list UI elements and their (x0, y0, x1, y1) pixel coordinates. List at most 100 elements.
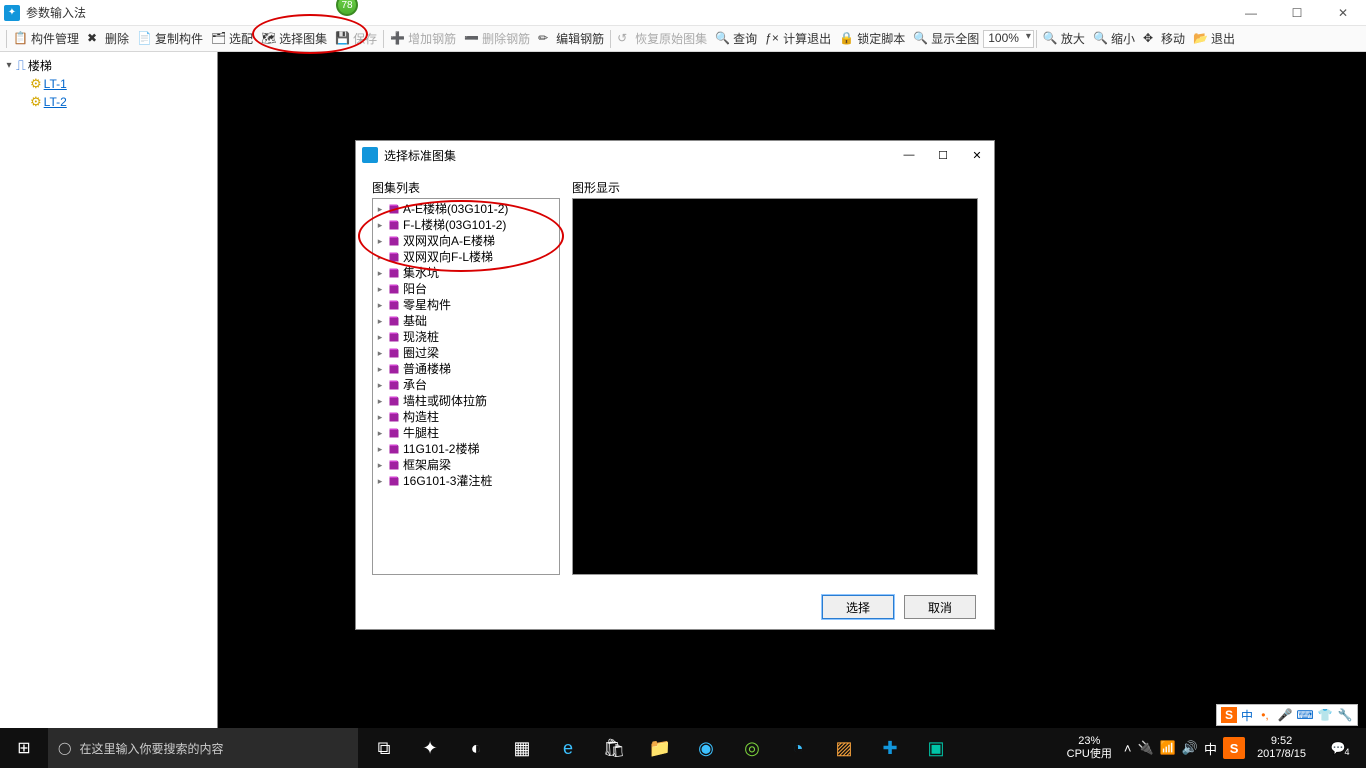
atlas-list-item[interactable]: ▸牛腿柱 (373, 425, 559, 441)
explorer-icon[interactable]: 📁 (638, 728, 682, 768)
atlas-item-label: 墙柱或砌体拉筋 (403, 393, 487, 409)
maximize-button[interactable]: ☐ (1274, 0, 1320, 26)
clock[interactable]: 9:52 2017/8/15 (1251, 735, 1312, 761)
chevron-right-icon: ▸ (375, 457, 385, 473)
minimize-button[interactable]: ― (1228, 0, 1274, 26)
atlas-list-item[interactable]: ▸构造柱 (373, 409, 559, 425)
tool-delete[interactable]: ✖删除 (83, 28, 133, 50)
atlas-list-item[interactable]: ▸零星构件 (373, 297, 559, 313)
ime-tool-icon[interactable]: 🔧 (1337, 707, 1353, 723)
zoomout-icon: 🔍 (1093, 31, 1109, 47)
atlas-list-item[interactable]: ▸双网双向F-L楼梯 (373, 249, 559, 265)
toolbar: 📋构件管理 ✖删除 📄复制构件 🗂选配 🗺选择图集 💾保存 ➕增加钢筋 ➖删除钢… (0, 26, 1366, 52)
app-icon-6[interactable]: ◔ (776, 728, 820, 768)
atlas-list-item[interactable]: ▸A-E楼梯(03G101-2) (373, 201, 559, 217)
atlas-list-item[interactable]: ▸圈过梁 (373, 345, 559, 361)
tool-calc-exit[interactable]: ƒ×计算退出 (761, 28, 835, 50)
atlas-item-label: 集水坑 (403, 265, 439, 281)
chevron-up-icon[interactable]: ˄ (1124, 741, 1132, 756)
atlas-list-item[interactable]: ▸双网双向A-E楼梯 (373, 233, 559, 249)
ime-mic-icon[interactable]: 🎤 (1277, 707, 1293, 723)
tool-select-atlas[interactable]: 🗺选择图集 (257, 28, 331, 50)
sogou-ime-icon[interactable]: S (1223, 737, 1245, 759)
tool-del-rebar[interactable]: ➖删除钢筋 (460, 28, 534, 50)
taskbar-search[interactable]: ◯ 在这里输入你要搜索的内容 (48, 728, 358, 768)
ime-skin-icon[interactable]: 👕 (1317, 707, 1333, 723)
cpu-label: CPU使用 (1067, 748, 1112, 761)
volume-icon[interactable]: 🔊 (1182, 740, 1198, 756)
tool-copy[interactable]: 📄复制构件 (133, 28, 207, 50)
tool-save[interactable]: 💾保存 (331, 28, 381, 50)
ime-s-icon[interactable]: S (1221, 707, 1237, 723)
atlas-item-label: 框架扁梁 (403, 457, 451, 473)
atlas-list-item[interactable]: ▸F-L楼梯(03G101-2) (373, 217, 559, 233)
ime-punct-icon[interactable]: •, (1257, 707, 1273, 723)
book-icon (387, 475, 401, 487)
taskview-icon[interactable]: ⧉ (362, 728, 406, 768)
tool-zoom-in[interactable]: 🔍放大 (1039, 28, 1089, 50)
atlas-item-label: 双网双向F-L楼梯 (403, 249, 493, 265)
app-icon-5[interactable]: ◎ (730, 728, 774, 768)
tool-component-manage[interactable]: 📋构件管理 (9, 28, 83, 50)
cancel-button[interactable]: 取消 (904, 595, 976, 619)
ime-keyboard-icon[interactable]: ⌨ (1297, 707, 1313, 723)
atlas-list-item[interactable]: ▸ 框架扁梁 (373, 457, 559, 473)
tool-restore[interactable]: ↺恢复原始图集 (613, 28, 711, 50)
atlas-list-item[interactable]: ▸基础 (373, 313, 559, 329)
atlas-item-label: 现浇桩 (403, 329, 439, 345)
select-button[interactable]: 选择 (822, 595, 894, 619)
tool-move[interactable]: ✥移动 (1139, 28, 1189, 50)
atlas-list[interactable]: ▸A-E楼梯(03G101-2)▸F-L楼梯(03G101-2)▸双网双向A-E… (372, 198, 560, 575)
app-icon (362, 147, 378, 163)
tool-edit-rebar[interactable]: ✏编辑钢筋 (534, 28, 608, 50)
tool-show-all[interactable]: 🔍显示全图 (909, 28, 983, 50)
store-icon[interactable]: 🛍 (592, 728, 636, 768)
wifi-icon[interactable]: 📶 (1160, 740, 1176, 756)
ime-indicator[interactable]: 中 (1204, 739, 1217, 758)
app-icon-4[interactable]: ◉ (684, 728, 728, 768)
atlas-list-item[interactable]: ▸现浇桩 (373, 329, 559, 345)
atlas-list-item[interactable]: ▸阳台 (373, 281, 559, 297)
app-icon-1[interactable]: ✦ (408, 728, 452, 768)
zoom-combo[interactable]: 100% (983, 30, 1034, 48)
atlas-list-item[interactable]: ▸ 墙柱或砌体拉筋 (373, 393, 559, 409)
dialog-body: 图集列表 ▸A-E楼梯(03G101-2)▸F-L楼梯(03G101-2)▸双网… (356, 169, 994, 585)
close-button[interactable]: ✕ (1320, 0, 1366, 26)
book-icon (387, 411, 401, 423)
dialog-maximize-button[interactable]: ☐ (926, 141, 960, 169)
edge-icon[interactable]: e (546, 728, 590, 768)
app-icon-2[interactable]: ◐ (454, 728, 498, 768)
power-icon[interactable]: 🔌 (1137, 740, 1153, 756)
tool-add-rebar[interactable]: ➕增加钢筋 (386, 28, 460, 50)
app-icon-9[interactable]: ▣ (914, 728, 958, 768)
tool-query[interactable]: 🔍查询 (711, 28, 761, 50)
atlas-list-item[interactable]: ▸16G101-3灌注桩 (373, 473, 559, 489)
collapse-icon[interactable]: ▾ (4, 60, 14, 71)
tool-exit[interactable]: 📂退出 (1189, 28, 1239, 50)
cpu-meter[interactable]: 23% CPU使用 (1061, 735, 1118, 761)
ime-lang[interactable]: 中 (1241, 707, 1253, 724)
chevron-right-icon: ▸ (375, 393, 385, 409)
atlas-list-item[interactable]: ▸承台 (373, 377, 559, 393)
atlas-list-item[interactable]: ▸11G101-2楼梯 (373, 441, 559, 457)
notification-badge[interactable]: 78 (336, 0, 358, 16)
start-button[interactable]: ⊞ (0, 728, 48, 768)
atlas-list-item[interactable]: ▸集水坑 (373, 265, 559, 281)
ime-toolbar[interactable]: S 中 •, 🎤 ⌨ 👕 🔧 (1216, 704, 1358, 726)
gear-icon: ⚙ (30, 76, 42, 92)
edit-icon: ✏ (538, 31, 554, 47)
dialog-minimize-button[interactable]: ― (892, 141, 926, 169)
tool-lock-script[interactable]: 🔒锁定脚本 (835, 28, 909, 50)
tool-match[interactable]: 🗂选配 (207, 28, 257, 50)
tree-root[interactable]: ▾ ⎍ 楼梯 (2, 56, 215, 75)
action-center[interactable]: 💬4 (1318, 728, 1358, 768)
tree-item[interactable]: ⚙ LT-1 (2, 75, 215, 93)
app-icon-8[interactable]: ✚ (868, 728, 912, 768)
app-icon-3[interactable]: ▦ (500, 728, 544, 768)
dialog-close-button[interactable]: ✕ (960, 141, 994, 169)
app-icon-7[interactable]: ▨ (822, 728, 866, 768)
atlas-list-item[interactable]: ▸普通楼梯 (373, 361, 559, 377)
tool-zoom-out[interactable]: 🔍缩小 (1089, 28, 1139, 50)
tree-item[interactable]: ⚙ LT-2 (2, 93, 215, 111)
chevron-right-icon: ▸ (375, 281, 385, 297)
